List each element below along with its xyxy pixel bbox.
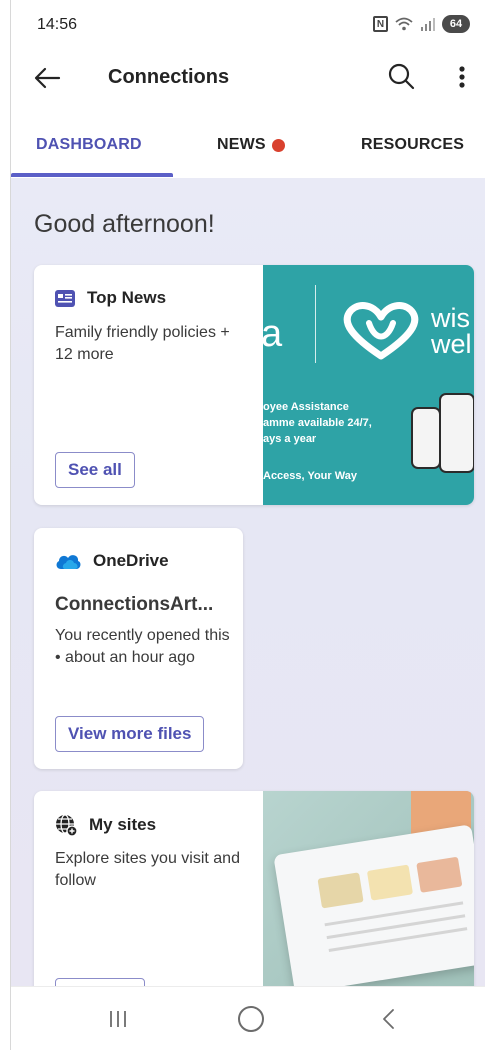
- promo-text-line3: ays a year: [263, 433, 317, 445]
- top-news-title: Top News: [87, 288, 167, 307]
- promo-divider: [315, 285, 316, 363]
- onedrive-title: OneDrive: [93, 551, 169, 570]
- promo-brand: wis wel: [431, 303, 472, 359]
- page-title: Connections: [108, 66, 230, 88]
- tablet-tile-3: [416, 856, 463, 893]
- tab-news-label: NEWS: [217, 136, 266, 153]
- recents-icon[interactable]: [108, 1009, 128, 1029]
- dashboard-content[interactable]: Good afternoon! Top News Family friendly…: [11, 178, 485, 986]
- tablet-line-1: [324, 901, 464, 927]
- promo-brand-line1: wis: [431, 303, 470, 333]
- system-back-icon[interactable]: [378, 1007, 400, 1031]
- heart-logo-icon: [343, 302, 419, 360]
- onedrive-header: OneDrive: [55, 551, 169, 571]
- globe-icon: [56, 814, 77, 836]
- status-time: 14:56: [37, 16, 78, 33]
- phone-mockup-right: [439, 393, 474, 473]
- phone-mockup-left: [411, 407, 441, 469]
- cloud-icon: [56, 555, 81, 569]
- more-options-icon[interactable]: [450, 61, 474, 93]
- see-all-button[interactable]: See all: [55, 452, 135, 488]
- tablet-mockup: [273, 824, 474, 986]
- home-icon[interactable]: [238, 1006, 264, 1032]
- app-frame: 14:56 N 64 Connections DASHBOARD NEWS RE…: [10, 0, 485, 1050]
- my-sites-card[interactable]: My sites Explore sites you visit and fol…: [34, 791, 474, 986]
- wifi-icon: [395, 17, 413, 31]
- promo-text-line1: oyee Assistance: [263, 401, 349, 413]
- my-sites-header: My sites: [55, 814, 156, 836]
- file-name[interactable]: ConnectionsArt...: [55, 594, 235, 616]
- top-news-promo-image[interactable]: a wis wel oyee Assistance amme available…: [263, 265, 474, 505]
- promo-text-line4: Access, Your Way: [263, 470, 357, 482]
- tab-indicator: [11, 173, 173, 177]
- my-sites-button[interactable]: [55, 978, 145, 986]
- tablet-tile-1: [317, 872, 364, 909]
- tablet-line-3: [328, 927, 468, 952]
- battery-icon: 64: [442, 15, 470, 33]
- tablet-line-2: [326, 914, 466, 940]
- my-sites-title: My sites: [89, 815, 157, 834]
- signal-icon: [421, 18, 435, 31]
- my-sites-image[interactable]: [263, 791, 474, 986]
- top-news-header: Top News: [55, 288, 166, 308]
- onedrive-description: You recently opened this • about an hour…: [55, 627, 230, 666]
- app-bar: Connections: [11, 46, 485, 108]
- top-news-description: Family friendly policies + 12 more: [55, 324, 230, 363]
- promo-text-line2: amme available 24/7,: [263, 417, 372, 429]
- tab-bar: DASHBOARD NEWS RESOURCES: [11, 108, 485, 178]
- status-icons: N 64: [373, 15, 470, 33]
- onedrive-card[interactable]: OneDrive ConnectionsArt... You recently …: [34, 528, 243, 769]
- my-sites-description: Explore sites you visit and follow: [55, 850, 240, 889]
- status-bar: 14:56 N 64: [11, 0, 485, 46]
- system-nav-bar: [11, 986, 485, 1050]
- back-arrow-icon[interactable]: [31, 62, 63, 94]
- tab-dashboard[interactable]: DASHBOARD: [36, 136, 142, 154]
- promo-brand-line2: wel: [431, 329, 472, 359]
- tab-resources[interactable]: RESOURCES: [361, 136, 464, 154]
- tab-news[interactable]: NEWS: [217, 136, 285, 154]
- notification-dot: [271, 138, 285, 152]
- nfc-icon: N: [373, 16, 388, 32]
- top-news-card[interactable]: Top News Family friendly policies + 12 m…: [34, 265, 474, 505]
- promo-fragment: a: [263, 313, 283, 355]
- search-icon[interactable]: [386, 61, 416, 91]
- view-more-files-button[interactable]: View more files: [55, 716, 205, 752]
- news-icon: [55, 289, 75, 307]
- greeting: Good afternoon!: [34, 210, 215, 238]
- tablet-tile-2: [366, 864, 414, 901]
